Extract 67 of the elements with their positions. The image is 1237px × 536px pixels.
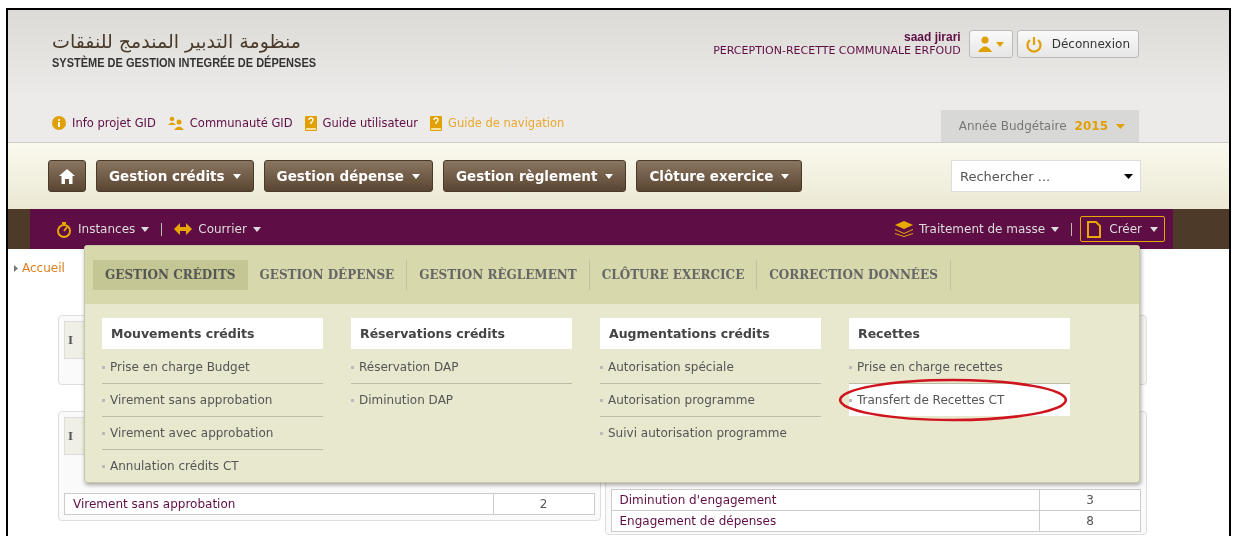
- caret-icon: [141, 226, 150, 232]
- home-button[interactable]: [48, 160, 86, 192]
- menu-item[interactable]: Suivi autorisation programme: [600, 417, 821, 449]
- caret-icon: [232, 173, 241, 179]
- caret-icon: [1150, 226, 1158, 232]
- menu-group-heading: Mouvements crédits: [102, 318, 323, 349]
- book-icon: [430, 115, 443, 131]
- table-cell-text: 2: [538, 496, 549, 513]
- menu-item[interactable]: Annulation crédits CT: [102, 450, 323, 482]
- help-link[interactable]: Guide utilisateur: [304, 115, 419, 131]
- user-name: saad jirari: [903, 30, 961, 44]
- menu-group-heading: Réservations crédits: [351, 318, 572, 349]
- app-title: SYSTÈME DE GESTION INTEGRÉE DE DÉPENSES: [52, 56, 317, 70]
- caret-icon: [14, 264, 18, 272]
- double-arrow-icon: [174, 223, 193, 235]
- caret-icon: [1051, 226, 1060, 232]
- menu-item[interactable]: Virement avec approbation: [102, 417, 323, 450]
- help-link[interactable]: Communauté GID: [167, 116, 293, 130]
- arabic-title: منظومة التدبير المندمج للنفقات: [52, 30, 302, 52]
- caret-icon: [1116, 123, 1125, 129]
- people-icon: [167, 116, 184, 130]
- caret-icon: [605, 173, 614, 179]
- table-cell: Engagement de dépenses: [611, 511, 1040, 531]
- menu-button[interactable]: Gestion crédits: [96, 160, 254, 192]
- caret-icon: [252, 226, 261, 232]
- table-cell-text: 8: [1085, 513, 1095, 530]
- home-icon: [59, 168, 75, 184]
- book-icon: [304, 115, 317, 131]
- menu-item[interactable]: Diminution DAP: [351, 384, 572, 416]
- layers-icon: [895, 221, 914, 237]
- power-icon: [1025, 35, 1042, 53]
- toolbar-menu[interactable]: Instances: [52, 216, 154, 242]
- menu-item[interactable]: Autorisation spéciale: [600, 351, 821, 384]
- table-cell-text: 3: [1085, 492, 1095, 509]
- menu-tab[interactable]: GESTION DÉPENSE: [247, 260, 408, 290]
- menu-button[interactable]: Clôture exercice: [636, 160, 803, 192]
- menu-item[interactable]: Transfert de Recettes CT: [849, 384, 1070, 416]
- help-link[interactable]: Info projet GID: [52, 116, 156, 130]
- menu-group-heading: Augmentations crédits: [600, 318, 821, 349]
- stopwatch-icon: [56, 220, 72, 238]
- menu-item[interactable]: Autorisation programme: [600, 384, 821, 417]
- caret-icon: [1124, 174, 1133, 179]
- caret-icon: [781, 173, 790, 179]
- organisation-name: PERCEPTION-RECETTE COMMUNALE ERFOUD: [713, 44, 961, 57]
- caret-icon: [995, 41, 1004, 47]
- toolbar-menu[interactable]: Créer: [1080, 216, 1165, 242]
- document-icon: [1087, 220, 1102, 238]
- menu-button[interactable]: Gestion dépense: [263, 160, 433, 192]
- table-cell: Diminution d'engagement: [611, 490, 1040, 510]
- menu-tab[interactable]: CORRECTION DONNÉES: [757, 260, 951, 290]
- toolbar-menu[interactable]: Traitement de masse: [891, 216, 1064, 242]
- search-field[interactable]: Rechercher ...: [951, 160, 1141, 192]
- menu-tab[interactable]: GESTION CRÉDITS: [93, 260, 248, 290]
- logout-button[interactable]: Déconnexion: [1016, 30, 1139, 58]
- menu-item[interactable]: Réservation DAP: [351, 351, 572, 384]
- menu-item[interactable]: Virement sans approbation: [102, 384, 323, 417]
- table-cell: Virement sans approbation: [65, 494, 494, 514]
- menu-button[interactable]: Gestion règlement: [442, 160, 627, 192]
- menu-group-heading: Recettes: [849, 318, 1070, 349]
- menu-item[interactable]: Prise en charge Budget: [102, 351, 323, 384]
- menu-tab[interactable]: GESTION RÈGLEMENT: [407, 260, 590, 290]
- user-icon: [977, 36, 992, 52]
- info-icon: [52, 116, 66, 130]
- caret-icon: [411, 173, 420, 179]
- year-selector[interactable]: Année Budgétaire 2015: [940, 110, 1139, 142]
- menu-tab[interactable]: CLÔTURE EXERCICE: [589, 260, 758, 290]
- toolbar-menu[interactable]: Courrier: [170, 216, 265, 242]
